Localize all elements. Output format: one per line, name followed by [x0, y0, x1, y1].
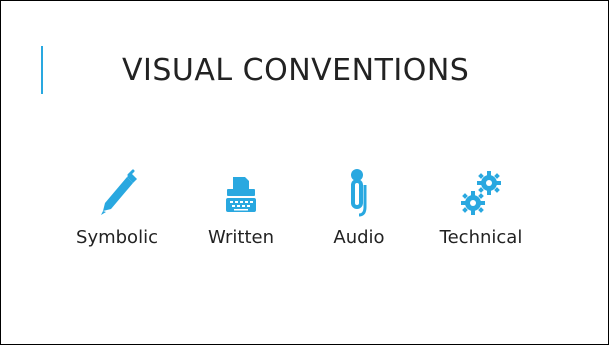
item-audio: Audio	[311, 167, 407, 248]
typewriter-icon	[226, 177, 256, 212]
item-label-symbolic: Symbolic	[76, 227, 158, 248]
gears-icon	[461, 171, 501, 215]
microphone-icon	[351, 169, 367, 217]
pen-icon	[101, 169, 137, 215]
item-written: Written	[193, 167, 289, 248]
icon-row: Symbolic Written Audio Technical	[1, 167, 608, 267]
item-symbolic: Symbolic	[69, 167, 165, 248]
item-label-technical: Technical	[439, 227, 523, 248]
title-accent-bar	[41, 46, 43, 94]
slide: VISUAL CONVENTIONS Symbolic Written Audi…	[0, 0, 609, 345]
item-label-audio: Audio	[333, 227, 385, 248]
slide-title: VISUAL CONVENTIONS	[122, 53, 470, 88]
item-label-written: Written	[208, 227, 274, 248]
item-technical: Technical	[426, 167, 536, 248]
